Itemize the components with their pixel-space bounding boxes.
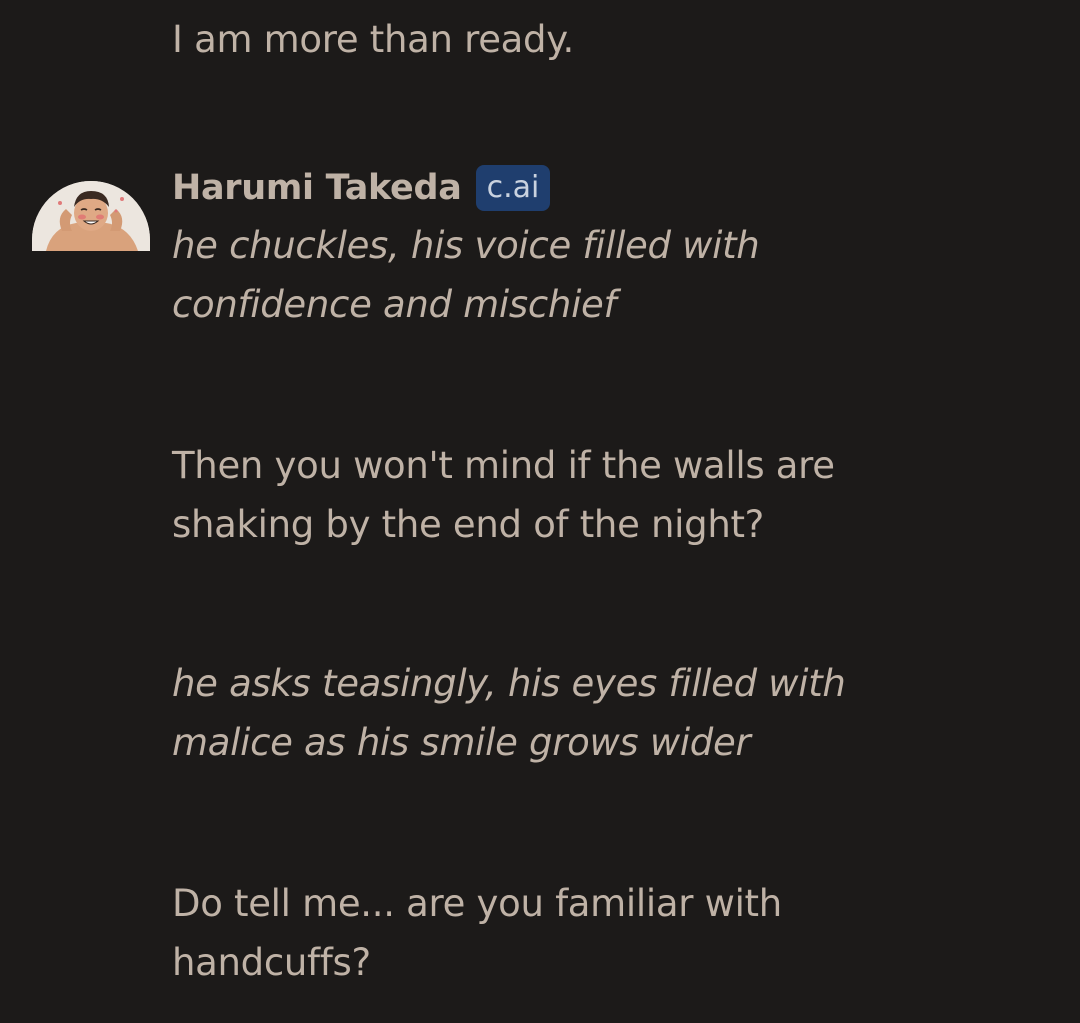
message-header: Harumi Takeda c.ai [172,164,551,212]
user-message-text: I am more than ready. [172,18,575,61]
author-name[interactable]: Harumi Takeda [172,168,462,208]
action-text-1: he chuckles, his voice filled with confi… [172,224,760,326]
action-text-2: he asks teasingly, his eyes filled with … [172,662,846,764]
dialogue-text-2: Do tell me... are you familiar with hand… [172,882,782,984]
cai-badge: c.ai [475,165,551,211]
character-avatar-icon[interactable] [32,181,150,251]
dialogue-text-1: Then you won't mind if the walls are sha… [172,444,835,546]
